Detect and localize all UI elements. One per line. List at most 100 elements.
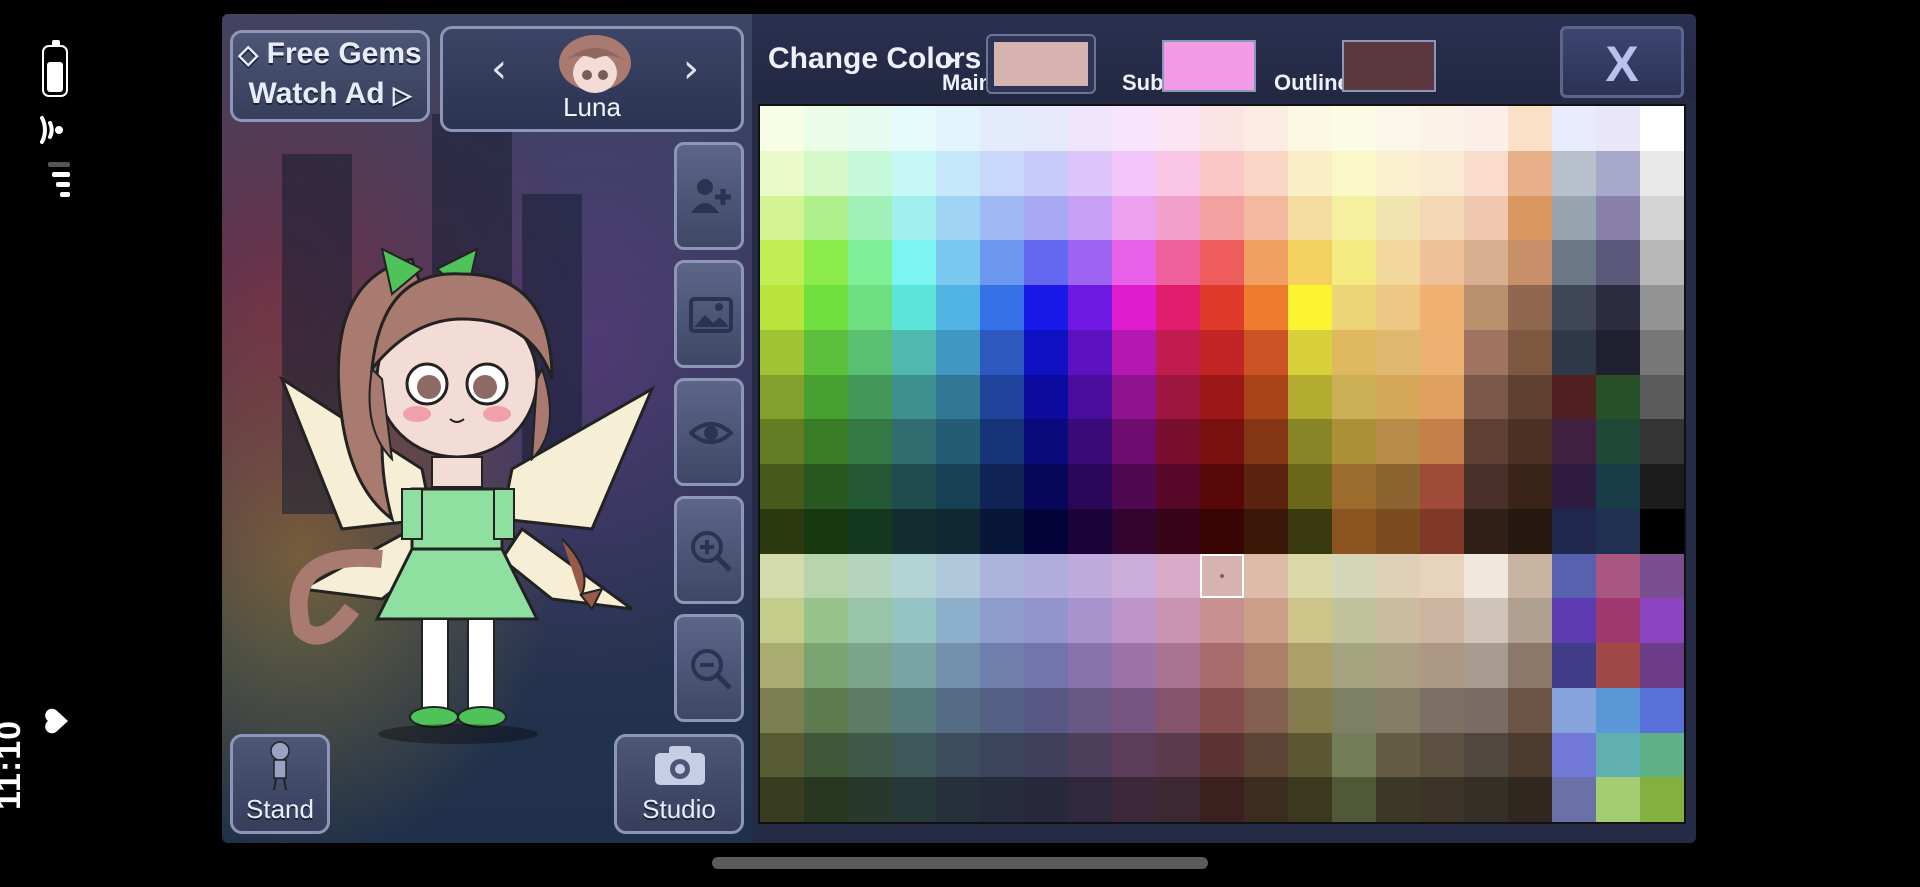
color-swatch-cell[interactable] [804,240,848,285]
color-swatch-cell[interactable] [1288,106,1332,151]
color-swatch-cell[interactable] [1640,419,1684,464]
color-swatch-cell[interactable] [892,687,936,733]
color-swatch-cell[interactable] [1376,643,1420,688]
color-swatch-cell[interactable] [1508,285,1552,330]
color-swatch-cell[interactable] [1640,687,1684,733]
main-color-selector[interactable] [986,34,1096,94]
color-swatch-cell[interactable] [936,419,980,464]
color-swatch-cell[interactable] [1464,374,1508,420]
color-swatch-cell[interactable] [1464,687,1508,733]
color-swatch-cell[interactable] [1640,150,1684,196]
color-swatch-cell[interactable] [1024,732,1068,778]
color-swatch-cell[interactable] [1508,508,1552,554]
color-swatch-cell[interactable] [892,732,936,778]
next-character-button[interactable]: › [673,49,709,89]
color-swatch-cell[interactable] [1552,508,1596,554]
color-swatch-cell[interactable] [1332,195,1376,241]
color-swatch-cell[interactable] [1640,329,1684,375]
color-swatch-cell[interactable] [1420,419,1464,464]
color-swatch-cell[interactable] [1332,508,1376,554]
color-swatch-cell[interactable] [892,374,936,420]
color-swatch-cell[interactable] [1596,150,1640,196]
color-swatch-cell[interactable] [1112,643,1156,688]
color-swatch-cell[interactable] [1420,464,1464,509]
color-swatch-cell[interactable] [804,374,848,420]
color-swatch-cell[interactable] [848,419,892,464]
color-swatch-cell[interactable] [1596,553,1640,599]
color-swatch-cell[interactable] [1068,106,1112,151]
color-swatch-cell[interactable] [848,195,892,241]
color-swatch-cell[interactable] [848,240,892,285]
color-swatch-cell[interactable] [1200,329,1244,375]
color-swatch-cell[interactable] [1420,598,1464,643]
color-swatch-cell[interactable] [1376,150,1420,196]
color-swatch-cell[interactable] [1288,285,1332,330]
color-swatch-cell[interactable] [760,106,804,151]
color-swatch-cell[interactable] [1244,195,1288,241]
color-swatch-cell[interactable] [1464,240,1508,285]
color-swatch-cell[interactable] [1508,732,1552,778]
color-swatch-cell[interactable] [760,150,804,196]
color-swatch-cell[interactable] [1640,374,1684,420]
color-swatch-cell[interactable] [760,464,804,509]
studio-button[interactable]: Studio [614,734,744,834]
color-swatch-cell[interactable] [804,150,848,196]
color-swatch-cell[interactable] [1640,643,1684,688]
color-swatch-cell[interactable] [1332,687,1376,733]
color-swatch-cell[interactable] [1596,195,1640,241]
color-swatch-cell[interactable] [1552,329,1596,375]
color-swatch-cell[interactable] [1596,106,1640,151]
color-swatch-cell[interactable] [848,150,892,196]
color-swatch-cell[interactable] [1552,419,1596,464]
color-swatch-cell[interactable] [1376,553,1420,599]
color-swatch-cell[interactable] [1508,329,1552,375]
color-swatch-cell[interactable] [1508,419,1552,464]
color-swatch-cell[interactable] [892,643,936,688]
color-swatch-cell[interactable] [1464,553,1508,599]
color-swatch-cell[interactable] [760,329,804,375]
color-swatch-cell[interactable] [1508,598,1552,643]
color-swatch-cell[interactable] [1640,195,1684,241]
character-figure[interactable] [262,229,662,749]
color-swatch-cell[interactable] [1112,240,1156,285]
color-swatch-cell[interactable] [936,643,980,688]
color-swatch-cell[interactable] [1068,374,1112,420]
color-swatch-cell[interactable] [1596,732,1640,778]
color-swatch-cell[interactable] [1200,687,1244,733]
color-swatch-cell[interactable] [1640,553,1684,599]
color-swatch-cell[interactable] [1156,329,1200,375]
color-swatch-cell[interactable] [1376,777,1420,822]
color-swatch-cell[interactable] [892,553,936,599]
color-swatch-cell[interactable] [1156,687,1200,733]
color-swatch-cell[interactable] [1376,732,1420,778]
color-swatch-cell[interactable] [804,553,848,599]
color-swatch-cell[interactable] [1288,777,1332,822]
color-swatch-cell[interactable] [1420,195,1464,241]
color-swatch-cell[interactable] [1024,329,1068,375]
color-swatch-cell[interactable] [936,374,980,420]
color-swatch-cell[interactable] [1288,374,1332,420]
color-swatch-cell[interactable] [1420,643,1464,688]
color-swatch-cell[interactable] [1068,285,1112,330]
color-swatch-cell[interactable] [1508,374,1552,420]
color-swatch-cell[interactable] [936,687,980,733]
color-swatch-cell[interactable] [936,150,980,196]
color-swatch-cell[interactable] [1200,285,1244,330]
color-swatch-cell[interactable] [980,419,1024,464]
color-swatch-cell[interactable] [1112,106,1156,151]
color-swatch-cell[interactable] [1552,687,1596,733]
color-swatch-cell[interactable] [1068,553,1112,599]
color-swatch-cell[interactable] [1244,777,1288,822]
color-swatch-cell[interactable] [1156,777,1200,822]
previous-character-button[interactable]: ‹ [481,49,517,89]
color-swatch-cell[interactable] [1244,150,1288,196]
color-swatch-cell[interactable] [1156,732,1200,778]
color-swatch-cell[interactable] [1376,508,1420,554]
color-swatch-cell[interactable] [1112,508,1156,554]
color-swatch-cell[interactable] [1552,464,1596,509]
color-swatch-cell[interactable] [1156,598,1200,643]
color-swatch-cell[interactable] [936,106,980,151]
stand-button[interactable]: Stand [230,734,330,834]
color-swatch-cell[interactable] [1024,464,1068,509]
color-swatch-cell[interactable] [936,553,980,599]
